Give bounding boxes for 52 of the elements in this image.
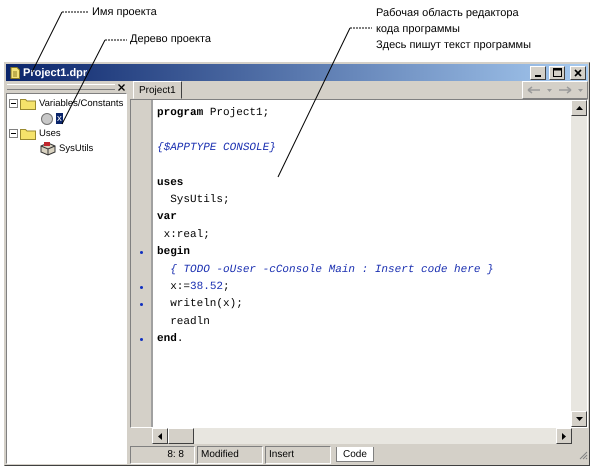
maximize-icon: [552, 68, 562, 77]
tree-item[interactable]: SysUtils: [58, 143, 94, 154]
code-text: readln: [169, 316, 210, 328]
code-text: uses: [157, 176, 184, 189]
up-arrow-icon[interactable]: [576, 106, 582, 110]
collapse-icon[interactable]: [9, 129, 18, 138]
vertical-scrollbar[interactable]: [571, 100, 587, 427]
panel-grip[interactable]: [7, 84, 115, 90]
code-text: writeln(x);: [169, 298, 243, 310]
code-text: begin: [157, 246, 190, 258]
code-text: 38.52: [190, 280, 224, 293]
tree-item[interactable]: x: [56, 113, 63, 124]
code-text: .: [176, 333, 184, 346]
code-text: SysUtils;: [169, 194, 230, 206]
modified-status: Modified: [197, 446, 263, 464]
minimize-icon: [535, 74, 541, 76]
folder-icon: [20, 127, 36, 140]
maximize-button[interactable]: [549, 66, 565, 80]
code-text: ;: [223, 280, 230, 293]
window-title: Project1.dpr: [23, 66, 88, 78]
close-button[interactable]: [117, 82, 126, 92]
view-tab[interactable]: Code: [336, 447, 374, 462]
sphere-icon: [40, 112, 54, 126]
minimize-button[interactable]: [530, 66, 546, 80]
annotation-label: Рабочая область редактора: [376, 7, 519, 19]
resize-grip-icon[interactable]: [578, 450, 588, 460]
code-text: program: [157, 107, 204, 119]
annotation-label: Имя проекта: [92, 6, 157, 18]
code-text: Project1;: [208, 107, 270, 119]
scrollbar-thumb[interactable]: [168, 428, 194, 444]
annotation-label: кода программы: [376, 23, 460, 35]
file-icon: [10, 66, 20, 78]
left-arrow-icon[interactable]: [158, 432, 162, 440]
tree-item[interactable]: Uses: [38, 128, 62, 139]
down-arrow-icon[interactable]: [576, 417, 582, 421]
collapse-icon[interactable]: [9, 99, 18, 108]
annotation-label: Дерево проекта: [130, 33, 211, 45]
code-text: x:=: [169, 280, 190, 293]
right-arrow-icon[interactable]: [562, 432, 566, 440]
code-text: {$APPTYPE CONSOLE}: [157, 142, 276, 154]
horizontal-scrollbar[interactable]: [152, 428, 572, 444]
code-text: x:real;: [162, 228, 210, 241]
code-text: { TODO -oUser -cConsole Main : Insert code here }: [169, 264, 494, 276]
cursor-position: 8: 8: [130, 446, 195, 464]
code-text: var: [157, 211, 177, 224]
annotation-label: Здесь пишут текст программы: [376, 39, 532, 51]
editor-tab[interactable]: Project1: [133, 81, 182, 99]
package-icon: [40, 141, 56, 156]
code-text: end: [157, 333, 177, 346]
insert-mode: Insert: [265, 446, 331, 464]
folder-icon: [20, 97, 36, 110]
close-icon: [574, 68, 582, 76]
